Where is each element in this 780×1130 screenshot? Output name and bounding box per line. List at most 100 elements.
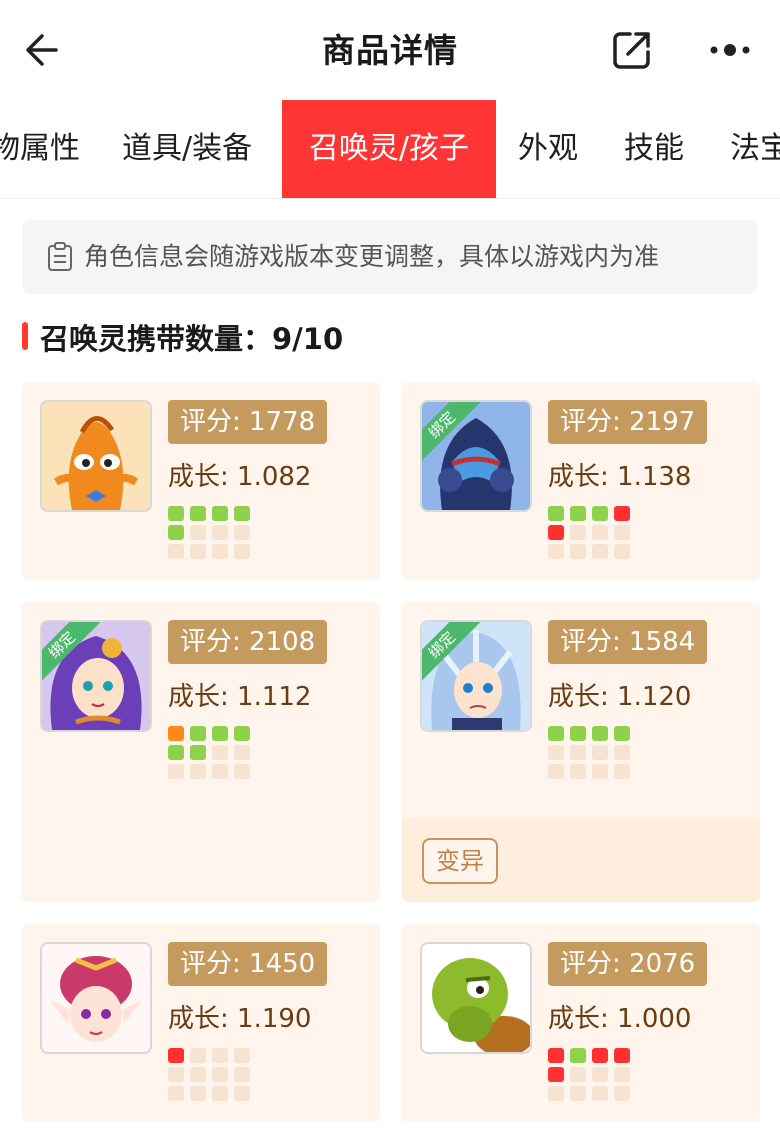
page-title: 商品详情 (322, 31, 458, 70)
mutation-bar: 变异 (402, 818, 760, 902)
quality-dot (234, 764, 250, 779)
quality-dot (592, 525, 608, 540)
quality-dot (234, 745, 250, 760)
quality-dot (592, 726, 608, 741)
pet-growth: 成长: 1.190 (168, 1004, 312, 1034)
quality-dot (168, 1067, 184, 1082)
tab-pet-attributes[interactable]: 物属性 (0, 100, 80, 198)
quality-dot (548, 544, 564, 559)
pet-card[interactable]: 绑定 评分: 2108 成长: 1.112 (22, 602, 380, 902)
pet-score: 评分: 2197 (548, 400, 708, 444)
quality-dot (570, 745, 586, 760)
quality-dot (234, 1048, 250, 1063)
share-icon[interactable] (610, 28, 654, 72)
quality-dot (592, 506, 608, 521)
quality-dot (234, 726, 250, 741)
quality-dot (234, 544, 250, 559)
pet-score: 评分: 2108 (168, 620, 328, 664)
quality-dot (548, 506, 564, 521)
quality-dot (168, 764, 184, 779)
quality-dot (548, 1067, 564, 1082)
quality-dot (592, 1086, 608, 1101)
quality-dot (570, 1067, 586, 1082)
quality-dot (190, 544, 206, 559)
more-icon[interactable] (706, 32, 756, 68)
quality-dot (212, 1086, 228, 1101)
mutation-tag: 变异 (422, 838, 498, 884)
pet-avatar (40, 400, 152, 512)
quality-dot (614, 1048, 630, 1063)
quality-dot (548, 1048, 564, 1063)
quality-dot (592, 1067, 608, 1082)
quality-dot (190, 745, 206, 760)
pet-quality-dots (168, 1048, 256, 1105)
pet-quality-dots (548, 1048, 636, 1105)
pet-card[interactable]: 绑定 评分: 2197 成长: 1.138 (402, 382, 760, 580)
tab-summons-children[interactable]: 召唤灵/孩子 (282, 100, 496, 198)
pet-avatar: 绑定 (40, 620, 152, 732)
quality-dot (614, 1067, 630, 1082)
quality-dot (190, 764, 206, 779)
quality-dot (592, 544, 608, 559)
nav-bar: 商品详情 (0, 0, 780, 101)
notice-text: 角色信息会随游戏版本变更调整，具体以游戏内为准 (84, 242, 660, 271)
quality-dot (570, 544, 586, 559)
pet-quality-dots (168, 506, 256, 563)
quality-dot (168, 506, 184, 521)
quality-dot (190, 506, 206, 521)
quality-dot (592, 745, 608, 760)
pet-score: 评分: 1450 (168, 942, 328, 986)
pet-card[interactable]: 绑定 评分: 1584 成长: 1.120 变异 (402, 602, 760, 902)
quality-dot (570, 525, 586, 540)
quality-dot (212, 544, 228, 559)
tab-treasure[interactable]: 法宝 (730, 100, 780, 198)
pet-quality-dots (548, 506, 636, 563)
quality-dot (592, 1048, 608, 1063)
pet-score: 评分: 1778 (168, 400, 328, 444)
quality-dot (548, 1086, 564, 1101)
quality-dot (212, 1067, 228, 1082)
quality-dot (234, 525, 250, 540)
elf-girl-icon (42, 944, 150, 1052)
pet-score: 评分: 1584 (548, 620, 708, 664)
quality-dot (614, 1086, 630, 1101)
quality-dot (614, 745, 630, 760)
quality-dot (212, 764, 228, 779)
quality-dot (190, 1067, 206, 1082)
quality-dot (548, 726, 564, 741)
quality-dot (614, 726, 630, 741)
quality-dot (190, 726, 206, 741)
pet-quality-dots (548, 726, 636, 783)
clipboard-icon (48, 242, 72, 271)
pet-card[interactable]: 评分: 2076 成长: 1.000 (402, 924, 760, 1122)
quality-dot (570, 764, 586, 779)
pet-avatar: 绑定 (420, 400, 532, 512)
section-accent-bar (22, 322, 28, 350)
quality-dot (168, 1048, 184, 1063)
quality-dot (212, 506, 228, 521)
section-title: 召唤灵携带数量：9/10 (40, 322, 344, 356)
orange-octopus-icon (42, 402, 150, 510)
quality-dot (234, 1086, 250, 1101)
pet-card[interactable]: 评分: 1450 成长: 1.190 (22, 924, 380, 1122)
pet-card[interactable]: 评分: 1778 成长: 1.082 (22, 382, 380, 580)
quality-dot (614, 506, 630, 521)
quality-dot (570, 1048, 586, 1063)
pet-growth: 成长: 1.000 (548, 1004, 692, 1034)
quality-dot (592, 764, 608, 779)
quality-dot (168, 525, 184, 540)
quality-dot (614, 525, 630, 540)
quality-dot (570, 726, 586, 741)
notice-banner: 角色信息会随游戏版本变更调整，具体以游戏内为准 (22, 220, 758, 294)
quality-dot (614, 544, 630, 559)
tab-items-equipment[interactable]: 道具/装备 (122, 100, 252, 198)
quality-dot (570, 1086, 586, 1101)
pet-growth: 成长: 1.112 (168, 682, 312, 712)
tab-appearance[interactable]: 外观 (518, 100, 578, 198)
quality-dot (168, 544, 184, 559)
pet-score: 评分: 2076 (548, 942, 708, 986)
quality-dot (570, 506, 586, 521)
tab-skills[interactable]: 技能 (624, 100, 684, 198)
pet-growth: 成长: 1.082 (168, 462, 312, 492)
quality-dot (234, 506, 250, 521)
